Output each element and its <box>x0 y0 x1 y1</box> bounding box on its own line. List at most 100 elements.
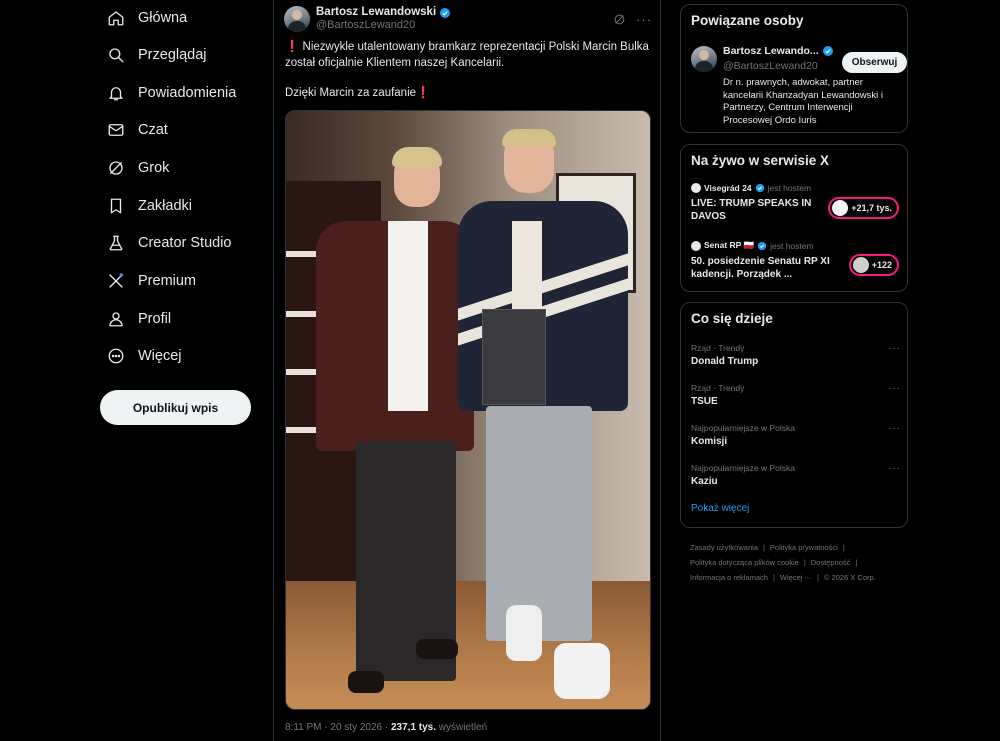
related-user-name-row: Bartosz Lewando... <box>723 45 834 57</box>
post-views-count: 237,1 tys. <box>390 722 437 733</box>
nav-label: Główna <box>138 10 188 26</box>
nav-label: Więcej <box>138 348 182 365</box>
trend-item[interactable]: Najpopularniejsze w Polska Kaziu ··· <box>691 463 901 487</box>
footer-link-privacy[interactable]: Polityka prywatności <box>770 543 838 552</box>
nav-item-creator-studio[interactable]: Creator Studio <box>98 224 268 262</box>
more-options-icon[interactable]: ··· <box>888 423 901 434</box>
bookmark-icon <box>106 196 126 216</box>
nav-item-chat[interactable]: Czat <box>98 111 268 149</box>
nav-item-profile[interactable]: Profil <box>98 300 268 338</box>
footer-copyright: © 2026 X Corp. <box>823 573 876 582</box>
footer-link-ads[interactable]: Informacja o reklamach <box>690 573 768 582</box>
photo-person-left-shoe <box>416 639 458 659</box>
live-card: Na żywo w serwisie X Visegrád 24 jest ho… <box>680 144 908 292</box>
related-user-bio: Dr n. prawnych, adwokat, partner kancela… <box>723 77 884 126</box>
author-handle: @BartoszLewand20 <box>316 19 416 31</box>
live-title: Na żywo w serwisie X <box>691 153 830 168</box>
exclamation-emoji: ❗ <box>285 41 300 53</box>
post-text-line1: Niezwykle utalentowany bramkarz reprezen… <box>285 41 649 69</box>
more-options-icon[interactable]: ··· <box>888 343 901 354</box>
more-options-icon[interactable]: ··· <box>636 12 652 27</box>
post-header: Bartosz Lewandowski @BartoszLewand20 ··· <box>284 4 652 34</box>
photo-person-left-shoe <box>348 671 384 693</box>
more-options-icon[interactable]: ··· <box>888 463 901 474</box>
footer-links: Zasady użytkowania | Polityka prywatności |… <box>690 540 900 585</box>
search-icon <box>106 45 126 65</box>
post-time[interactable]: 8:11 PM · 20 sty 2026 · <box>285 722 391 733</box>
exclamation-emoji: ❗ <box>416 87 431 99</box>
nav-item-grok[interactable]: Grok <box>98 149 268 187</box>
nav-label: Zakładki <box>138 197 192 214</box>
avatar[interactable] <box>691 46 717 72</box>
trend-category: Rząd · Trendy <box>691 383 745 393</box>
bell-icon <box>106 83 126 103</box>
footer-separator: | <box>817 573 819 582</box>
photo-person-right-jeans <box>486 406 592 641</box>
post-author[interactable]: Bartosz Lewandowski @BartoszLewand20 <box>316 6 451 32</box>
trend-item[interactable]: Najpopularniejsze w Polska Komisji ··· <box>691 423 901 447</box>
live-item[interactable]: Visegrád 24 jest hostem LIVE: TRUMP SPEA… <box>691 183 903 223</box>
live-item-title: LIVE: TRUMP SPEAKS IN DAVOS <box>691 198 812 222</box>
nav-label: Powiadomienia <box>138 84 237 101</box>
photo-folder <box>482 309 546 405</box>
photo-person-right-hair <box>502 129 556 147</box>
live-host-avatar <box>691 240 701 251</box>
verified-badge-icon <box>755 183 764 193</box>
live-listener-avatar <box>832 200 849 216</box>
footer-row: Informacja o reklamach | Więcej ··· | © 2026… <box>690 570 900 585</box>
grok-icon[interactable] <box>613 13 626 26</box>
trend-item[interactable]: Rząd · Trendy Donald Trump ··· <box>691 343 901 367</box>
post-paragraph: ❗ Niezwykle utalentowany bramkarz reprez… <box>285 40 655 71</box>
live-host-suffix: jest hostem <box>770 240 814 251</box>
trend-category: Najpopularniejsze w Polska <box>691 463 795 473</box>
related-people-title: Powiązane osoby <box>691 13 804 28</box>
show-more-link[interactable]: Pokaż więcej <box>691 503 749 514</box>
live-host-avatar <box>691 183 701 193</box>
footer-row: Zasady użytkowania | Polityka prywatności | <box>690 540 900 555</box>
photo-person-left-shirt <box>388 221 428 411</box>
post-photo[interactable] <box>285 110 651 710</box>
footer-link-terms[interactable]: Zasady użytkowania <box>690 543 758 552</box>
trend-category: Najpopularniejsze w Polska <box>691 423 795 433</box>
live-listeners-pill[interactable]: +21,7 tys. <box>828 197 899 219</box>
trend-name: TSUE <box>691 396 718 407</box>
avatar[interactable] <box>284 6 310 32</box>
nav-item-more[interactable]: Więcej <box>98 338 268 376</box>
related-people-card: Powiązane osoby Bartosz Lewando... @Bart… <box>680 4 908 133</box>
footer-link-accessibility[interactable]: Dostępność <box>811 558 851 567</box>
main-column: Bartosz Lewandowski @BartoszLewand20 ···… <box>273 0 661 741</box>
follow-button[interactable]: Obserwuj <box>842 52 907 73</box>
trend-name: Donald Trump <box>691 356 759 367</box>
live-host-row: Senat RP 🇵🇱 jest hostem <box>691 240 903 251</box>
nav-item-notifications[interactable]: Powiadomienia <box>98 74 268 112</box>
footer-separator: | <box>762 543 765 552</box>
nav-item-explore[interactable]: Przeglądaj <box>98 36 268 74</box>
nav-item-bookmarks[interactable]: Zakładki <box>98 187 268 225</box>
nav-item-home[interactable]: Główna <box>98 0 268 36</box>
home-icon <box>106 8 126 28</box>
post-header-actions: ··· <box>613 12 652 27</box>
live-host-name: Visegrád 24 <box>704 183 752 193</box>
nav-label: Grok <box>138 159 170 176</box>
trend-item[interactable]: Rząd · Trendy TSUE ··· <box>691 383 901 407</box>
verified-badge-icon <box>822 46 833 56</box>
live-host-row: Visegrád 24 jest hostem <box>691 183 903 193</box>
post-meta: 8:11 PM · 20 sty 2026 · 237,1 tys. wyświ… <box>285 722 487 733</box>
live-listeners-pill[interactable]: +122 <box>848 254 899 276</box>
live-listener-count: +122 <box>871 260 892 270</box>
nav-label: Profil <box>138 310 172 327</box>
photo-person-left-hair <box>392 147 442 167</box>
nav-item-premium[interactable]: Premium <box>98 262 268 300</box>
more-options-icon[interactable]: ··· <box>888 383 901 394</box>
trends-title: Co się dzieje <box>691 311 773 326</box>
footer-link-more[interactable]: Więcej ··· <box>780 573 812 582</box>
mail-icon <box>106 120 126 140</box>
footer-link-cookies[interactable]: Polityka dotycząca plików cookie <box>690 558 799 567</box>
more-circle-icon <box>106 346 126 366</box>
person-icon <box>106 309 126 329</box>
post-button[interactable]: Opublikuj wpis <box>100 390 251 425</box>
live-item[interactable]: Senat RP 🇵🇱 jest hostem 50. posiedzenie … <box>691 240 903 281</box>
verified-badge-icon <box>757 241 767 250</box>
nav-label: Creator Studio <box>138 235 232 252</box>
photo-person-right-sneaker <box>506 605 542 661</box>
